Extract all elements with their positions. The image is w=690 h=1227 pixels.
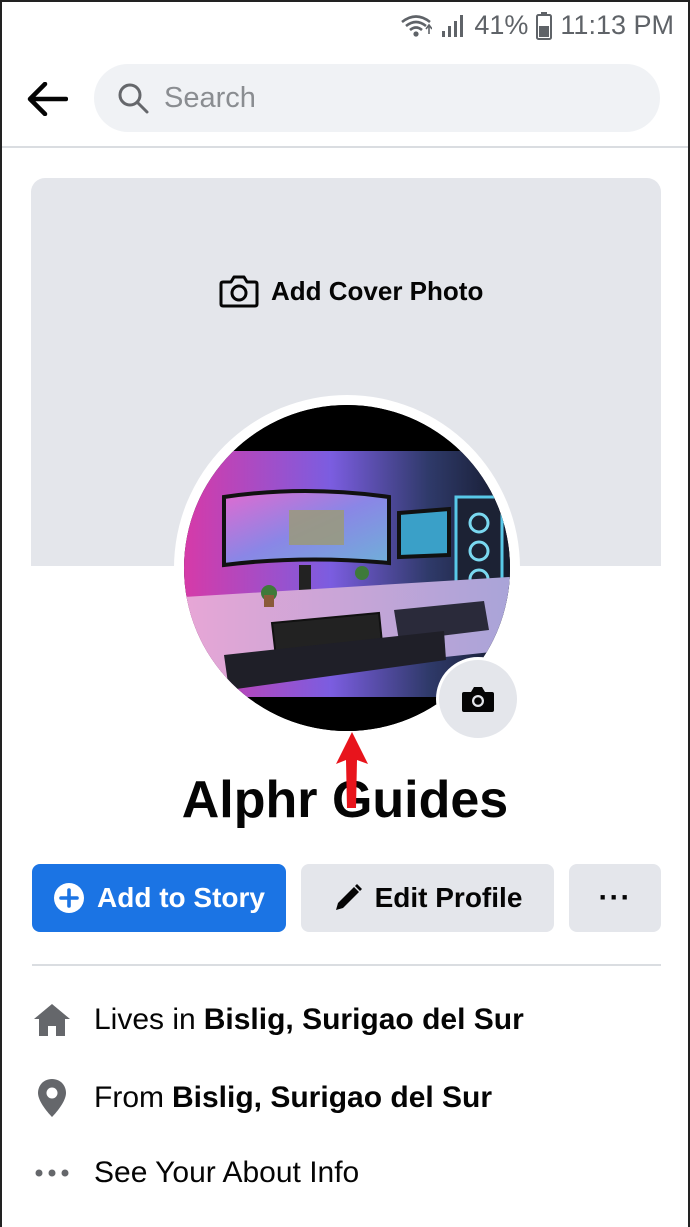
- edit-profile-label: Edit Profile: [374, 882, 523, 913]
- top-nav: [2, 50, 688, 148]
- back-button[interactable]: [24, 76, 70, 122]
- lives-in-value: Bislig, Surigao del Sur: [203, 1003, 524, 1036]
- battery-percent: 41%: [474, 10, 529, 40]
- add-to-story-label: Add to Story: [97, 882, 265, 913]
- back-arrow-icon: [27, 82, 68, 116]
- search-bar[interactable]: [94, 64, 660, 132]
- ellipsis-icon: [32, 1153, 72, 1193]
- add-cover-photo-button[interactable]: Add Cover Photo: [219, 274, 483, 308]
- camera-icon: [219, 275, 259, 308]
- divider: [32, 964, 661, 966]
- wifi-icon: [400, 13, 433, 39]
- home-icon: [32, 1000, 72, 1040]
- edit-profile-button[interactable]: Edit Profile: [301, 864, 554, 932]
- search-input[interactable]: [164, 81, 604, 115]
- search-icon: [118, 83, 149, 114]
- from-row: From Bislig, Surigao del Sur: [32, 1078, 492, 1118]
- camera-icon: [462, 687, 494, 712]
- profile-page: 41% 11:13 PM Search Add Cover Photo Alph…: [0, 0, 690, 1227]
- from-value: Bislig, Surigao del Sur: [172, 1081, 493, 1114]
- more-dots-icon: ···: [598, 881, 632, 914]
- clock: 11:13 PM: [560, 10, 674, 40]
- lives-in-prefix: Lives in: [94, 1003, 196, 1036]
- signal-icon: [440, 13, 466, 39]
- annotation-arrow-icon: [336, 732, 368, 808]
- location-pin-icon: [32, 1078, 72, 1118]
- see-about-info-label: See Your About Info: [94, 1156, 360, 1189]
- status-bar: 41% 11:13 PM: [2, 2, 688, 50]
- more-options-button[interactable]: ···: [569, 864, 661, 932]
- battery-icon: [536, 11, 553, 40]
- pencil-icon: [335, 884, 362, 910]
- from-prefix: From: [94, 1081, 164, 1114]
- status-icons: 41% 11:13 PM: [400, 10, 674, 41]
- lives-in-row: Lives in Bislig, Surigao del Sur: [32, 1000, 524, 1040]
- change-profile-photo-button[interactable]: [436, 657, 520, 741]
- see-about-info-link[interactable]: See Your About Info: [32, 1153, 359, 1193]
- add-cover-photo-label: Add Cover Photo: [271, 275, 484, 306]
- plus-circle-icon: [54, 883, 84, 913]
- add-to-story-button[interactable]: Add to Story: [32, 864, 286, 932]
